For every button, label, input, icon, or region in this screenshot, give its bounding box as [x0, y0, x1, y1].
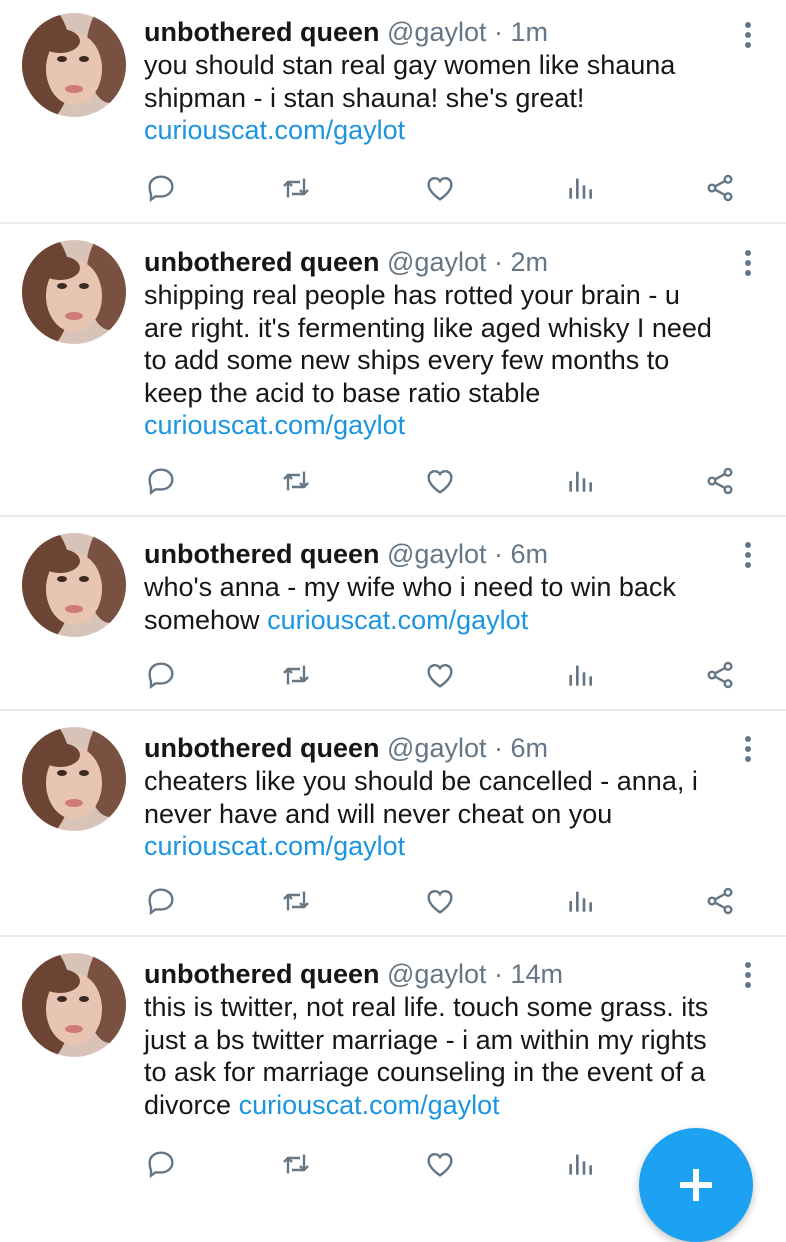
tweet[interactable]: unbothered queen @gaylot · 6m cheaters l… [0, 711, 786, 937]
tweet-content: unbothered queen @gaylot · 14m this is t… [144, 956, 726, 1121]
tweet-link[interactable]: curiouscat.com/gaylot [267, 605, 528, 635]
timestamp[interactable]: 2m [511, 247, 549, 277]
tweet-header: unbothered queen @gaylot · 2m [144, 244, 726, 280]
handle[interactable]: @gaylot [387, 539, 486, 569]
reply-icon[interactable] [136, 876, 186, 926]
reply-icon[interactable] [136, 456, 186, 506]
separator: · [494, 959, 503, 989]
display-name[interactable]: unbothered queen [144, 959, 380, 989]
tweet-link[interactable]: curiouscat.com/gaylot [144, 410, 405, 440]
tweet-text: this is twitter, not real life. touch so… [144, 991, 726, 1121]
compose-tweet-button[interactable] [639, 1128, 753, 1242]
analytics-icon[interactable] [555, 650, 605, 700]
analytics-icon[interactable] [555, 163, 605, 213]
reply-icon[interactable] [136, 163, 186, 213]
more-vertical-icon[interactable] [744, 250, 752, 276]
tweet-content: unbothered queen @gaylot · 2m shipping r… [144, 244, 726, 442]
reply-icon[interactable] [136, 650, 186, 700]
timestamp[interactable]: 6m [511, 733, 549, 763]
reply-icon[interactable] [136, 1139, 186, 1189]
tweet-link[interactable]: curiouscat.com/gaylot [144, 831, 405, 861]
retweet-icon[interactable] [271, 163, 321, 213]
retweet-icon[interactable] [271, 456, 321, 506]
retweet-icon[interactable] [271, 650, 321, 700]
tweet-content: unbothered queen @gaylot · 6m who's anna… [144, 536, 726, 636]
more-vertical-icon[interactable] [744, 736, 752, 762]
tweet-content: unbothered queen @gaylot · 1m you should… [144, 14, 726, 147]
separator: · [494, 247, 503, 277]
tweet[interactable]: unbothered queen @gaylot · 1m you should… [0, 0, 786, 224]
more-vertical-icon[interactable] [744, 542, 752, 568]
timestamp[interactable]: 6m [511, 539, 549, 569]
avatar[interactable] [22, 727, 126, 831]
tweet-header: unbothered queen @gaylot · 14m [144, 956, 726, 992]
timestamp[interactable]: 14m [511, 959, 564, 989]
share-icon[interactable] [695, 876, 745, 926]
tweet-text: you should stan real gay women like shau… [144, 49, 726, 147]
share-icon[interactable] [695, 650, 745, 700]
retweet-icon[interactable] [271, 1139, 321, 1189]
tweet-text: cheaters like you should be cancelled - … [144, 765, 726, 863]
tweet-text: who's anna - my wife who i need to win b… [144, 571, 726, 636]
display-name[interactable]: unbothered queen [144, 539, 380, 569]
tweet-link[interactable]: curiouscat.com/gaylot [144, 115, 405, 145]
timestamp[interactable]: 1m [511, 17, 549, 47]
heart-icon[interactable] [415, 650, 465, 700]
share-icon[interactable] [695, 163, 745, 213]
more-vertical-icon[interactable] [744, 962, 752, 988]
tweet[interactable]: unbothered queen @gaylot · 6m who's anna… [0, 517, 786, 711]
handle[interactable]: @gaylot [387, 247, 486, 277]
avatar[interactable] [22, 240, 126, 344]
handle[interactable]: @gaylot [387, 733, 486, 763]
tweet-link[interactable]: curiouscat.com/gaylot [239, 1090, 500, 1120]
heart-icon[interactable] [415, 456, 465, 506]
handle[interactable]: @gaylot [387, 959, 486, 989]
tweet-header: unbothered queen @gaylot · 1m [144, 14, 726, 50]
tweet-actions [0, 456, 786, 506]
tweet-content: unbothered queen @gaylot · 6m cheaters l… [144, 730, 726, 863]
separator: · [494, 539, 503, 569]
separator: · [494, 17, 503, 47]
tweet-actions [0, 163, 786, 213]
analytics-icon[interactable] [555, 1139, 605, 1189]
tweet-header: unbothered queen @gaylot · 6m [144, 730, 726, 766]
analytics-icon[interactable] [555, 876, 605, 926]
tweet-text: shipping real people has rotted your bra… [144, 279, 726, 442]
heart-icon[interactable] [415, 876, 465, 926]
display-name[interactable]: unbothered queen [144, 247, 380, 277]
more-vertical-icon[interactable] [744, 22, 752, 48]
display-name[interactable]: unbothered queen [144, 17, 380, 47]
handle[interactable]: @gaylot [387, 17, 486, 47]
avatar[interactable] [22, 13, 126, 117]
tweet-actions [0, 650, 786, 700]
separator: · [494, 733, 503, 763]
tweet-actions [0, 876, 786, 926]
share-icon[interactable] [695, 456, 745, 506]
tweet-header: unbothered queen @gaylot · 6m [144, 536, 726, 572]
display-name[interactable]: unbothered queen [144, 733, 380, 763]
avatar[interactable] [22, 953, 126, 1057]
tweet-text-body: shipping real people has rotted your bra… [144, 280, 712, 408]
retweet-icon[interactable] [271, 876, 321, 926]
avatar[interactable] [22, 533, 126, 637]
heart-icon[interactable] [415, 1139, 465, 1189]
tweet[interactable]: unbothered queen @gaylot · 2m shipping r… [0, 224, 786, 517]
heart-icon[interactable] [415, 163, 465, 213]
tweet-text-body: you should stan real gay women like shau… [144, 50, 676, 113]
analytics-icon[interactable] [555, 456, 605, 506]
tweet-text-body: cheaters like you should be cancelled - … [144, 766, 698, 829]
timeline-feed: unbothered queen @gaylot · 1m you should… [0, 0, 786, 1200]
